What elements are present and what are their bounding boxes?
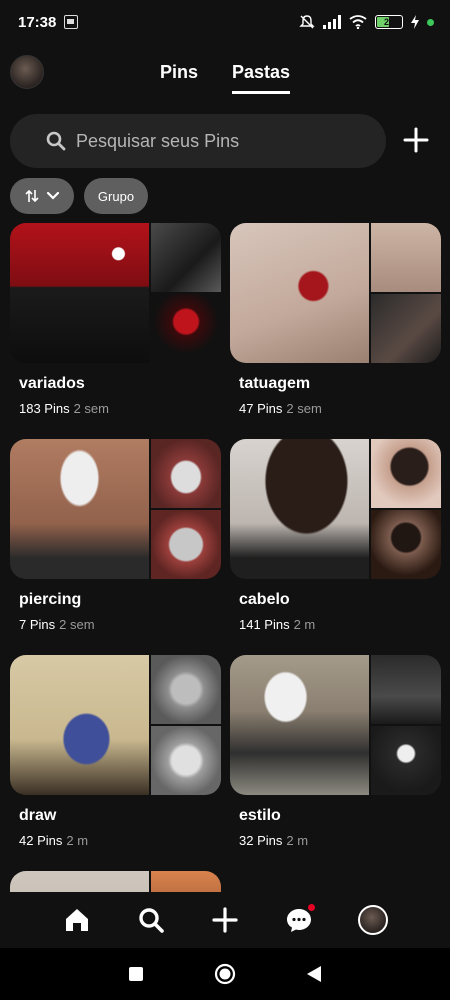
board-meta: 7 Pins 2 sem <box>19 617 221 632</box>
system-nav <box>0 948 450 1000</box>
dot-icon <box>427 18 434 26</box>
board-cover-image <box>230 655 369 795</box>
board-name: piercing <box>19 591 82 608</box>
board-collage <box>10 223 221 363</box>
board-pin-count: 32 Pins <box>239 833 283 848</box>
search-icon <box>46 131 66 151</box>
status-time: 17:38 <box>18 13 57 31</box>
add-icon[interactable] <box>400 124 432 156</box>
status-bar: 17:38 29 <box>0 0 450 44</box>
signal-icon <box>323 15 341 29</box>
board-cover-image <box>10 655 149 795</box>
board-thumb-image <box>371 726 441 795</box>
mute-icon <box>299 15 315 29</box>
board-updated: 2 sem <box>73 401 109 416</box>
board-thumb-image <box>151 223 221 292</box>
board-thumb-image <box>151 294 221 363</box>
home-circle-icon[interactable] <box>214 963 236 985</box>
sort-arrows-icon <box>25 189 39 203</box>
board-collage <box>10 655 221 795</box>
board-name: variados <box>19 375 85 392</box>
board-meta: 47 Pins 2 sem <box>239 401 441 416</box>
board-meta: 42 Pins 2 m <box>19 833 221 848</box>
tab-pins[interactable]: Pins <box>160 62 198 94</box>
board-thumb-image <box>151 726 221 795</box>
profile-avatar <box>358 905 388 935</box>
chevron-down-icon <box>46 191 60 200</box>
board-collage <box>230 439 441 579</box>
board-collage <box>230 655 441 795</box>
board-pin-count: 47 Pins <box>239 401 283 416</box>
board-thumb-image <box>151 510 221 579</box>
board-thumb-image <box>151 871 221 892</box>
board-collage <box>230 223 441 363</box>
board-updated: 2 m <box>286 833 309 848</box>
tab-pastas[interactable]: Pastas <box>231 62 291 94</box>
search-placeholder: Pesquisar seus Pins <box>76 130 240 151</box>
board-updated: 2 m <box>66 833 89 848</box>
sort-button[interactable] <box>10 178 74 214</box>
nav-home[interactable] <box>59 902 95 938</box>
board-cover-image <box>10 871 149 892</box>
nav-search[interactable] <box>133 902 169 938</box>
board-thumb-image <box>151 439 221 508</box>
back-icon[interactable] <box>306 965 322 983</box>
calendar-icon <box>64 15 79 29</box>
board-card[interactable]: cabelo 141 Pins 2 m <box>230 439 441 632</box>
board-card[interactable]: draw 42 Pins 2 m <box>10 655 221 848</box>
board-card[interactable] <box>10 871 221 892</box>
top-tabs: Pins Pastas <box>0 62 450 94</box>
home-icon <box>66 909 88 931</box>
search-icon <box>139 908 164 933</box>
board-name: draw <box>19 807 57 824</box>
nav-create[interactable] <box>207 902 243 938</box>
board-thumb-image <box>371 510 441 579</box>
board-cover-image <box>230 223 369 363</box>
charging-icon <box>411 15 419 29</box>
board-meta: 141 Pins 2 m <box>239 617 441 632</box>
notification-dot <box>308 904 315 911</box>
board-thumb-image <box>371 294 441 363</box>
search-bar[interactable]: Pesquisar seus Pins <box>10 114 386 168</box>
group-chip[interactable]: Grupo <box>84 178 148 214</box>
board-collage <box>10 439 221 579</box>
board-meta: 183 Pins 2 sem <box>19 401 221 416</box>
board-pin-count: 7 Pins <box>19 617 56 632</box>
nav-messages[interactable] <box>281 902 317 938</box>
board-card[interactable]: estilo 32 Pins 2 m <box>230 655 441 848</box>
board-cover-image <box>10 223 149 363</box>
recents-icon[interactable] <box>128 966 144 982</box>
board-collage <box>10 871 221 892</box>
board-name: estilo <box>239 807 281 824</box>
create-icon <box>212 907 238 933</box>
board-cover-image <box>10 439 149 579</box>
nav-profile[interactable] <box>355 902 391 938</box>
board-pin-count: 183 Pins <box>19 401 70 416</box>
board-card[interactable]: piercing 7 Pins 2 sem <box>10 439 221 632</box>
board-updated: 2 sem <box>59 617 95 632</box>
board-updated: 2 sem <box>286 401 322 416</box>
board-pin-count: 141 Pins <box>239 617 290 632</box>
board-thumb-image <box>371 439 441 508</box>
bottom-nav <box>0 892 450 948</box>
board-name: cabelo <box>239 591 290 608</box>
board-name: tatuagem <box>239 375 311 392</box>
board-thumb-image <box>371 655 441 724</box>
board-cover-image <box>230 439 369 579</box>
board-updated: 2 m <box>293 617 316 632</box>
battery-icon: 29 <box>375 15 403 29</box>
board-thumb-image <box>151 655 221 724</box>
battery-level: 29 <box>383 17 394 27</box>
board-pin-count: 42 Pins <box>19 833 63 848</box>
board-meta: 32 Pins 2 m <box>239 833 441 848</box>
wifi-icon <box>349 15 367 29</box>
board-thumb-image <box>371 223 441 292</box>
board-card[interactable]: variados 183 Pins 2 sem <box>10 223 221 416</box>
board-card[interactable]: tatuagem 47 Pins 2 sem <box>230 223 441 416</box>
